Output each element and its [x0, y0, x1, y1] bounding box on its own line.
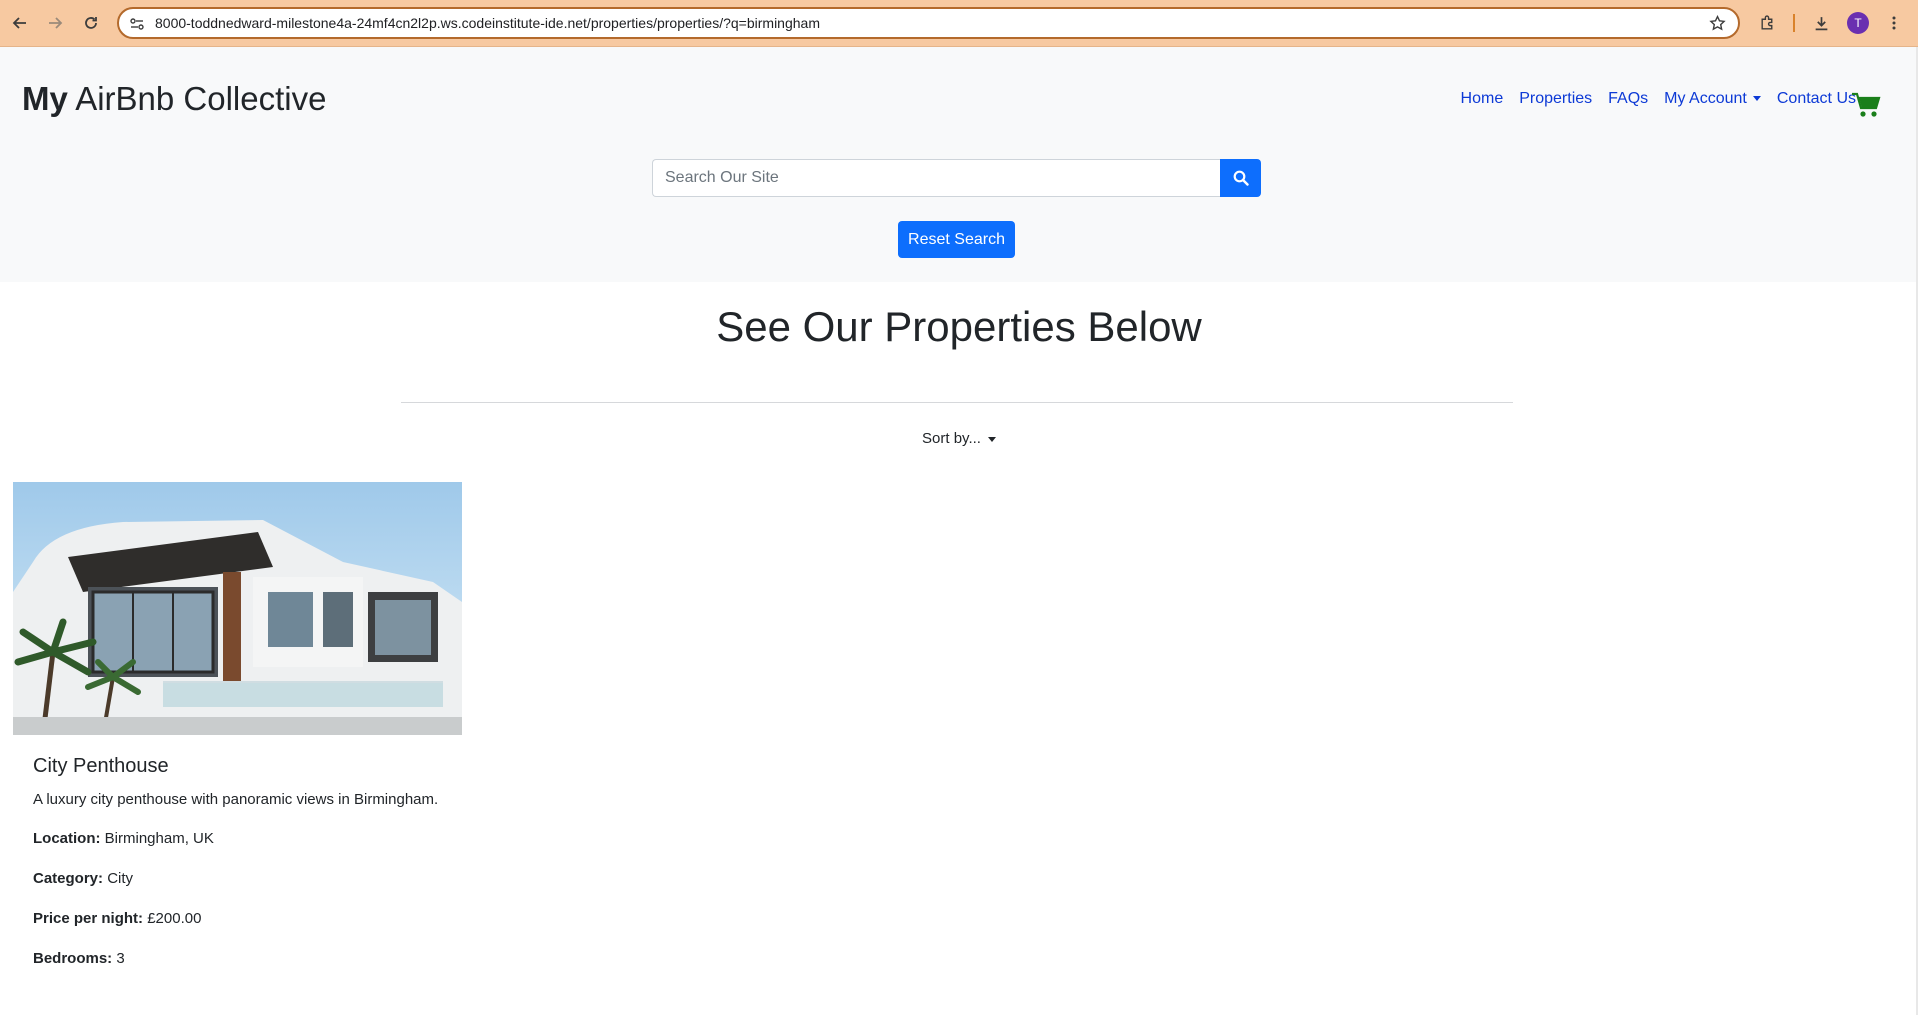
- category-value: City: [107, 870, 134, 887]
- bookmark-star-icon[interactable]: [1709, 15, 1726, 32]
- back-button[interactable]: [8, 11, 32, 35]
- divider: [401, 402, 1513, 403]
- location-label: Location:: [33, 830, 101, 847]
- address-bar[interactable]: 8000-toddnedward-milestone4a-24mf4cn2l2p…: [117, 7, 1740, 39]
- profile-avatar[interactable]: T: [1847, 12, 1869, 34]
- price-value: £200.00: [147, 910, 202, 927]
- property-image[interactable]: [13, 482, 462, 735]
- price-label: Price per night:: [33, 910, 144, 927]
- brand-logo[interactable]: My AirBnb Collective: [22, 80, 326, 118]
- bedrooms-value: 3: [116, 950, 125, 967]
- bedrooms-label: Bedrooms:: [33, 950, 113, 967]
- property-bedrooms: Bedrooms: 3: [33, 948, 442, 970]
- brand-bold: My: [22, 80, 68, 117]
- property-location: Location: Birmingham, UK: [33, 828, 442, 850]
- page-title: See Our Properties Below: [716, 303, 1202, 350]
- url-text[interactable]: 8000-toddnedward-milestone4a-24mf4cn2l2p…: [155, 15, 820, 31]
- nav-contact[interactable]: Contact Us: [1769, 90, 1864, 108]
- reload-icon: [85, 17, 97, 29]
- search-icon: [1233, 170, 1249, 186]
- search-form: [652, 159, 1261, 197]
- property-card: City Penthouse A luxury city penthouse w…: [13, 482, 462, 988]
- main-nav: Home Properties FAQs My Account Contact …: [1453, 90, 1864, 108]
- forward-button[interactable]: [43, 11, 67, 35]
- reload-button[interactable]: [79, 11, 103, 35]
- site-settings-icon[interactable]: [129, 16, 145, 32]
- property-price: Price per night: £200.00: [33, 908, 442, 930]
- sort-label: Sort by...: [922, 430, 981, 447]
- browser-toolbar: 8000-toddnedward-milestone4a-24mf4cn2l2p…: [0, 0, 1918, 47]
- property-category: Category: City: [33, 868, 442, 890]
- browser-menu-button[interactable]: [1882, 11, 1906, 35]
- category-label: Category:: [33, 870, 104, 887]
- arrow-right-icon: [49, 17, 63, 29]
- property-card-body: City Penthouse A luxury city penthouse w…: [13, 755, 462, 970]
- nav-properties[interactable]: Properties: [1511, 90, 1600, 108]
- brand-name: AirBnb Collective: [75, 80, 327, 117]
- arrow-left-icon: [12, 17, 26, 29]
- more-vertical-icon: [1892, 16, 1896, 30]
- extensions-button[interactable]: [1755, 11, 1779, 35]
- location-value: Birmingham, UK: [104, 830, 214, 847]
- sort-dropdown[interactable]: Sort by...: [0, 430, 1918, 447]
- nav-my-account[interactable]: My Account: [1656, 90, 1769, 108]
- property-description: A luxury city penthouse with panoramic v…: [33, 791, 439, 808]
- toolbar-divider: [1793, 14, 1795, 32]
- shopping-cart-icon[interactable]: [1851, 91, 1881, 119]
- property-name[interactable]: City Penthouse: [33, 755, 442, 778]
- site-header: My AirBnb Collective Home Properties FAQ…: [0, 47, 1918, 282]
- nav-faqs[interactable]: FAQs: [1600, 90, 1656, 108]
- puzzle-icon: [1760, 14, 1772, 30]
- search-button[interactable]: [1220, 159, 1261, 197]
- search-input[interactable]: [652, 159, 1220, 197]
- reset-search-button[interactable]: Reset Search: [898, 221, 1015, 258]
- downloads-button[interactable]: [1809, 11, 1833, 35]
- nav-my-account-label: My Account: [1664, 90, 1747, 107]
- nav-home[interactable]: Home: [1453, 90, 1512, 108]
- chevron-down-icon: [987, 436, 996, 442]
- chevron-down-icon: [1752, 96, 1761, 102]
- download-icon: [1815, 16, 1827, 30]
